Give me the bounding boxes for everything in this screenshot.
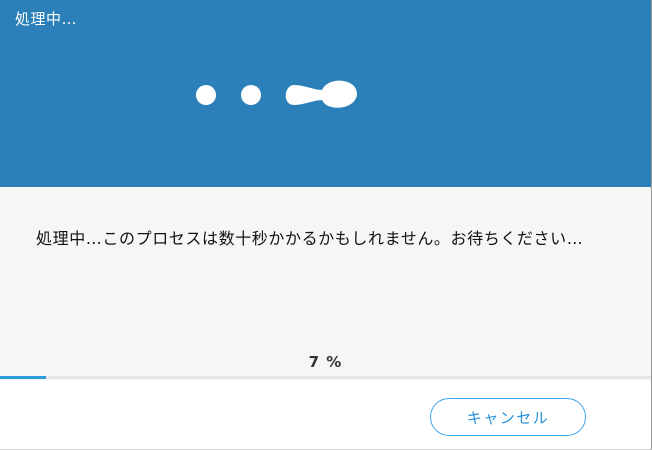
dialog-footer: キャンセル (0, 380, 651, 449)
dialog-body: 処理中…このプロセスは数十秒かかるかもしれません。お待ちください… 7 % (0, 187, 651, 380)
loading-dot-2 (241, 85, 261, 105)
dialog-title: 処理中… (15, 10, 78, 28)
progress-dialog: 処理中… 処理中…このプロセスは数十秒かかるかもしれません。お待ちください… 7… (0, 0, 652, 450)
progress-percent: 7 % (308, 353, 343, 371)
progress-bar-fill (0, 376, 46, 379)
status-message: 処理中…このプロセスは数十秒かかるかもしれません。お待ちください… (36, 229, 584, 248)
loading-dot-stretched (285, 80, 357, 108)
progress-bar (0, 376, 651, 379)
cancel-button[interactable]: キャンセル (430, 398, 586, 436)
dialog-header: 処理中… (0, 0, 651, 187)
loading-dots-icon (196, 80, 357, 108)
loading-dot-1 (196, 85, 216, 105)
